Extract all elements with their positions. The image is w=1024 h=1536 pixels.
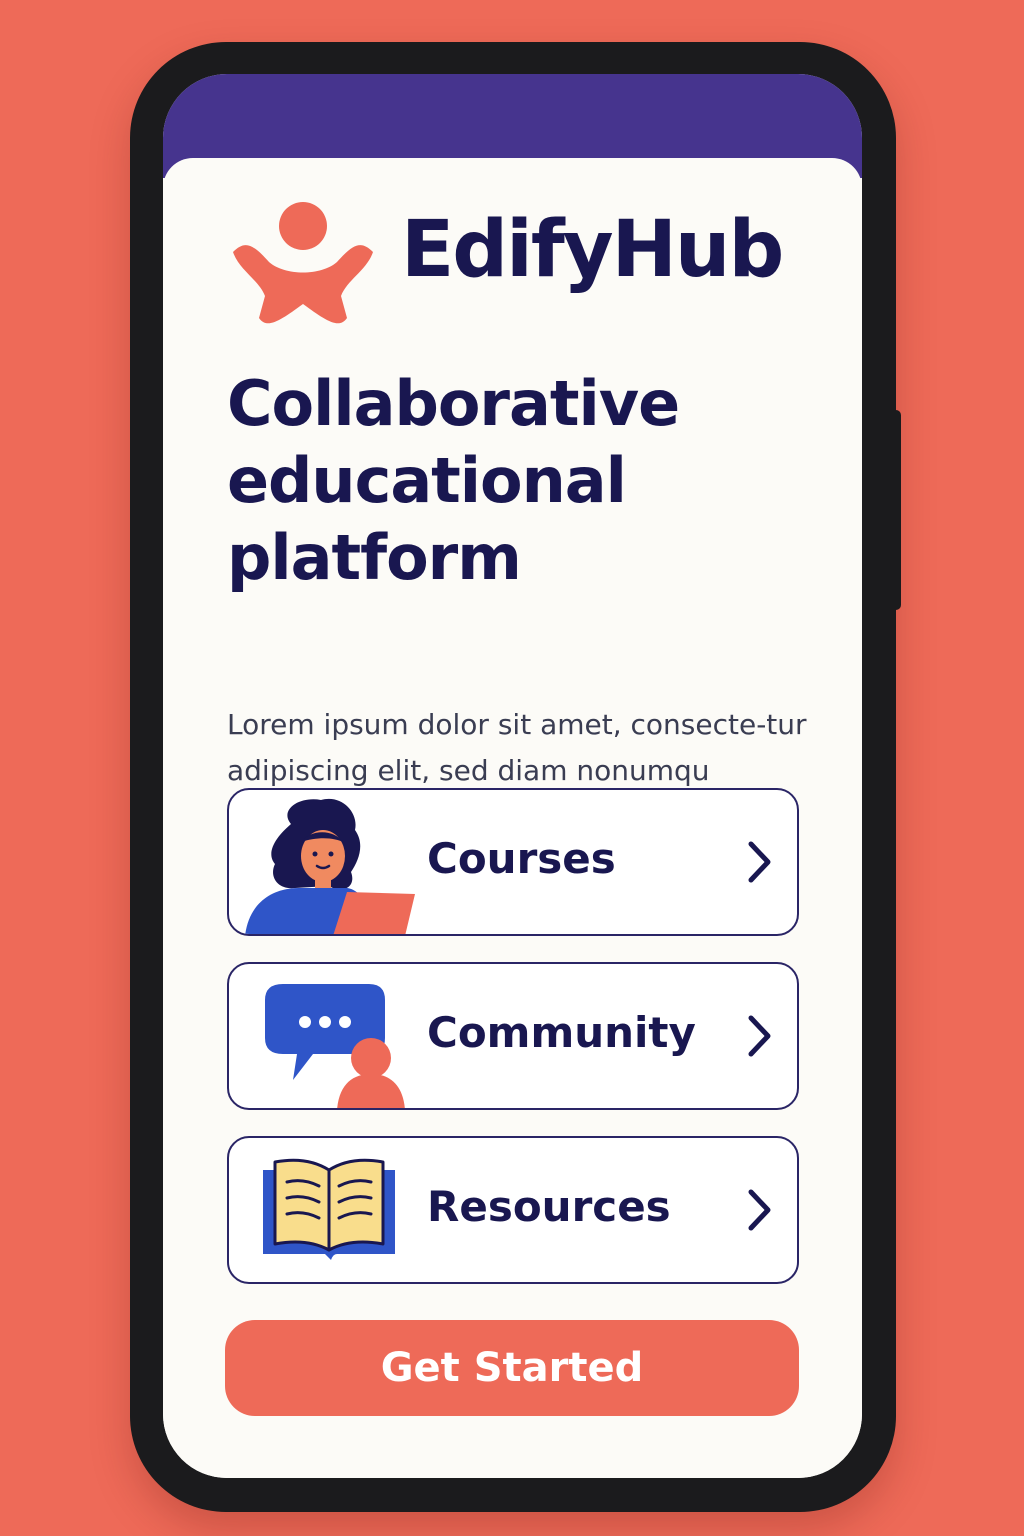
- person-arms-raised-icon: [233, 202, 373, 324]
- courses-card[interactable]: Courses: [227, 788, 799, 936]
- courses-label: Courses: [427, 834, 616, 883]
- resources-card[interactable]: Resources: [227, 1136, 799, 1284]
- open-book-illustration: [263, 1158, 395, 1260]
- chevron-right-icon: [748, 1189, 771, 1231]
- community-label: Community: [427, 1008, 696, 1057]
- page-title: Collaborative educational platform: [227, 367, 680, 594]
- get-started-button[interactable]: Get Started: [225, 1320, 799, 1416]
- community-card[interactable]: Community: [227, 962, 799, 1110]
- brand-name: EdifyHub: [401, 205, 784, 295]
- chevron-right-icon: [748, 841, 771, 883]
- chevron-right-icon: [748, 1015, 771, 1057]
- main-content: EdifyHub Collaborative educational platf…: [163, 158, 862, 1478]
- phone-side-button: [892, 410, 901, 610]
- chat-bubble-person-illustration: [265, 984, 405, 1108]
- student-laptop-illustration: [245, 798, 415, 934]
- app-screen: EdifyHub Collaborative educational platf…: [163, 74, 862, 1478]
- resources-label: Resources: [427, 1182, 671, 1231]
